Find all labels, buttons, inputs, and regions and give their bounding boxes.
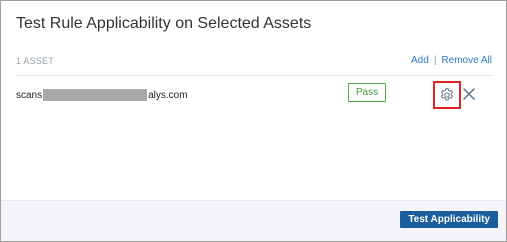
remove-all-link[interactable]: Remove All (441, 55, 492, 66)
list-divider (16, 75, 492, 76)
asset-name-prefix: scans (16, 89, 43, 101)
close-icon (463, 88, 475, 100)
remove-asset-button[interactable] (461, 86, 477, 102)
gear-icon (440, 88, 454, 101)
redacted-block (43, 89, 148, 101)
asset-name: scans alys.com (16, 89, 188, 101)
actions-separator: | (433, 55, 437, 66)
asset-count: 1 ASSET (16, 56, 54, 66)
asset-name-suffix: alys.com (148, 89, 188, 101)
asset-list-header: 1 ASSET Add | Remove All (16, 55, 492, 74)
asset-row: scans alys.com Pass (16, 81, 492, 109)
dialog-title: Test Rule Applicability on Selected Asse… (16, 15, 312, 32)
status-badge: Pass (348, 83, 386, 102)
asset-settings-button[interactable] (433, 81, 461, 109)
test-applicability-dialog: Test Rule Applicability on Selected Asse… (0, 0, 507, 242)
asset-actions: Add | Remove All (411, 55, 492, 66)
dialog-footer: Test Applicability (1, 200, 506, 241)
test-applicability-button[interactable]: Test Applicability (400, 211, 498, 228)
add-asset-link[interactable]: Add (411, 55, 429, 66)
